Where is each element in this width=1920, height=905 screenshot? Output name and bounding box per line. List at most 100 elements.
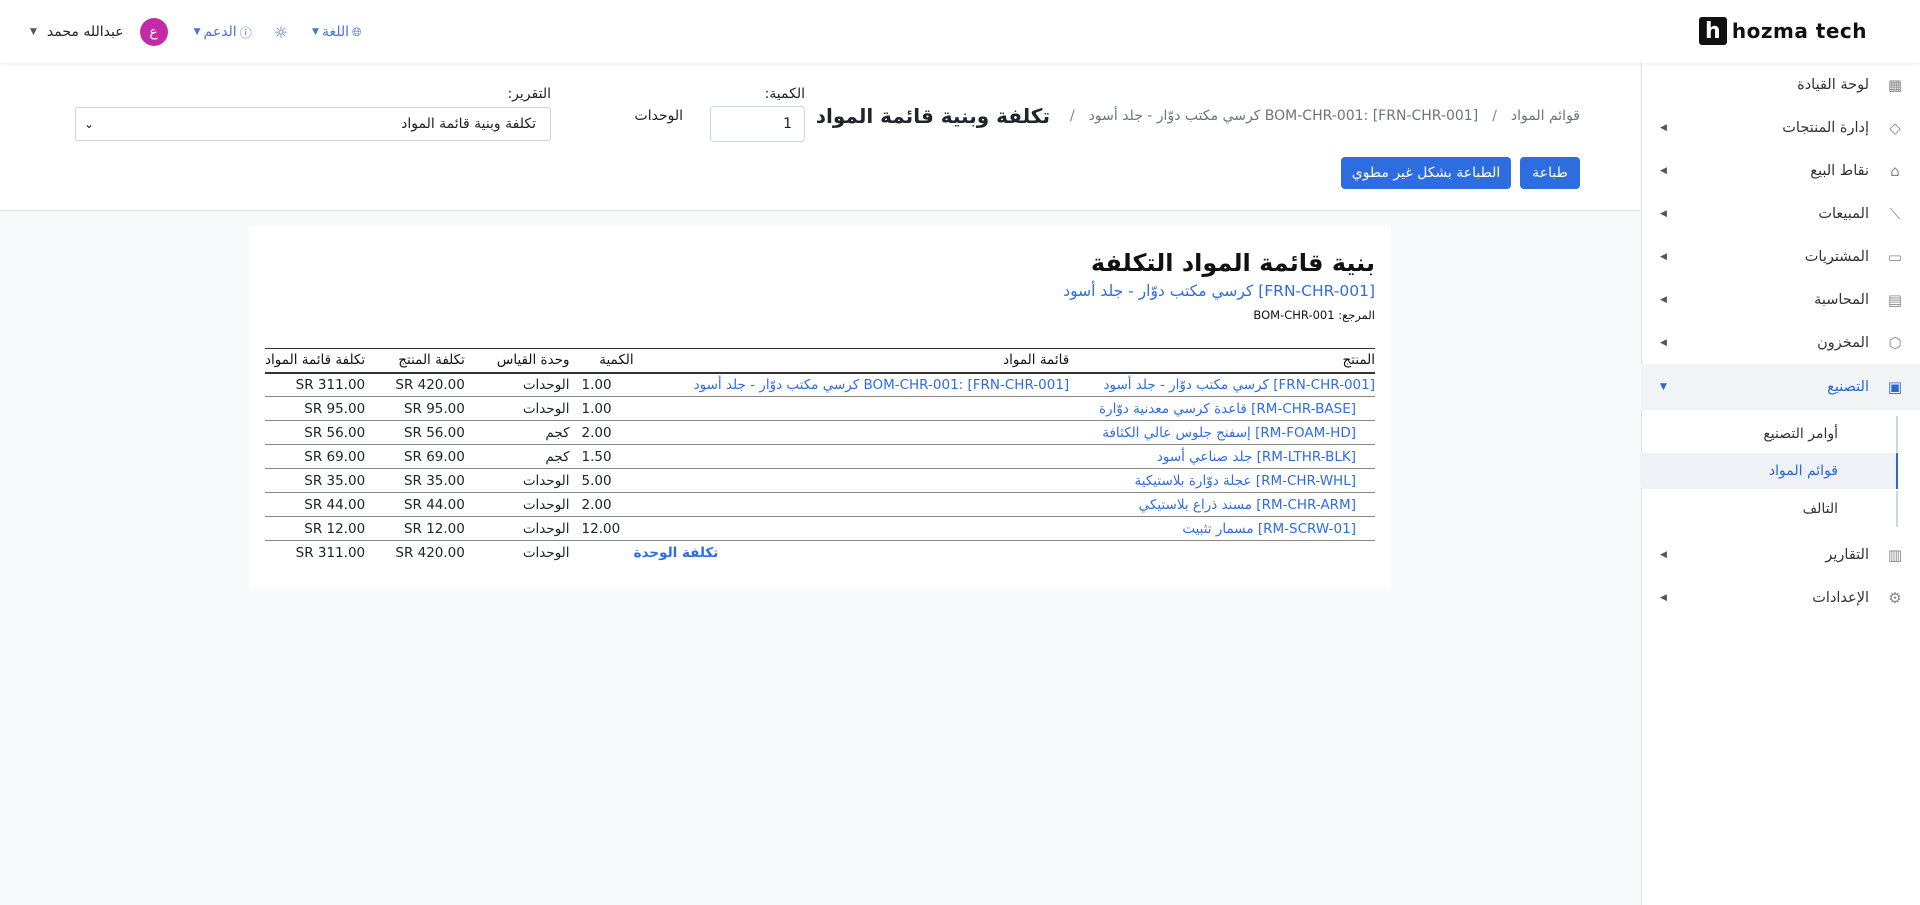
bom-cost-cell: SR 44.00 xyxy=(304,496,366,513)
product-link[interactable]: [RM-CHR-BASE] قاعدة كرسي معدنية دوّارة xyxy=(1099,401,1356,417)
uom-cell: الوحدات xyxy=(496,468,570,493)
qty-cell: 1.00 xyxy=(569,372,634,397)
product-link[interactable]: [RM-CHR-WHL] عجلة دوّارة بلاستيكية xyxy=(1135,473,1356,489)
brand-logo[interactable]: h hozma tech xyxy=(1698,17,1867,45)
product-cost-cell: SR 56.00 xyxy=(403,424,465,441)
bom-structure-table: المنتج قائمة المواد الكمية وحدة القياس ت… xyxy=(265,348,1375,565)
product-link[interactable]: [FRN-CHR-001] كرسي مكتب دوّار - جلد أسود xyxy=(1103,377,1375,393)
sidebar-item-label: إدارة المنتجات xyxy=(1782,119,1869,136)
report-product-link[interactable]: [FRN-CHR-001] كرسي مكتب دوّار - جلد أسود xyxy=(1063,282,1375,300)
product-cost-cell: SR 35.00 xyxy=(403,472,465,489)
bom-cell xyxy=(633,396,1070,421)
bom-report: بنية قائمة المواد التكلفة [FRN-CHR-001] … xyxy=(249,226,1391,589)
sidebar-item-label: المبيعات xyxy=(1818,205,1869,222)
help-circle-icon: ⓘ xyxy=(239,25,252,40)
sidebar-item-accounting[interactable]: ▤ المحاسبة ◀ xyxy=(1641,278,1920,321)
submenu-item-scrap[interactable]: التالف xyxy=(1640,491,1898,527)
wallet-icon: ▭ xyxy=(1887,247,1903,266)
product-cost-cell: SR 420.00 xyxy=(395,376,465,393)
breadcrumb-separator: / xyxy=(1492,108,1497,124)
product-link[interactable]: [RM-CHR-ARM] مسند ذراع بلاستيكي xyxy=(1139,497,1356,513)
bom-cost-cell: SR 35.00 xyxy=(304,472,366,489)
collapse-arrow-icon: ▼ xyxy=(1660,382,1667,392)
navbar-actions: ▼ عبدالله محمد ع ▼ الدعم ⓘ ☼ ▼ اللغة 🌐︎ xyxy=(30,18,362,46)
quantity-label: الكمية: xyxy=(764,86,805,102)
table-row: [FRN-CHR-001] كرسي مكتب دوّار - جلد أسود… xyxy=(265,372,1375,397)
user-name[interactable]: عبدالله محمد xyxy=(47,24,124,40)
print-button[interactable]: طباعة xyxy=(1520,157,1580,189)
factory-icon: ▣ xyxy=(1887,378,1903,396)
total-row: تكلفة الوحدة الوحدات SR 420.00 SR 311.00 xyxy=(265,541,1375,565)
sidebar-item-pos[interactable]: ⌂ نقاط البيع ◀ xyxy=(1641,149,1920,192)
submenu-item-label: أوامر التصنيع xyxy=(1763,426,1838,442)
table-row: [RM-CHR-ARM] مسند ذراع بلاستيكي 2.00 الو… xyxy=(265,492,1375,517)
breadcrumb: قوائم المواد / BOM-CHR-001: [FRN-CHR-001… xyxy=(816,104,1580,128)
bom-link[interactable]: BOM-CHR-001: [FRN-CHR-001] كرسي مكتب دوّ… xyxy=(694,377,1070,393)
column-header-qty: الكمية xyxy=(569,348,634,374)
quantity-input[interactable]: 1 xyxy=(710,106,805,142)
sidebar-item-reports[interactable]: ▥ التقارير ◀ xyxy=(1641,533,1920,576)
submenu-item-bill-of-materials[interactable]: قوائم المواد xyxy=(1640,453,1898,489)
uom-cell: الوحدات xyxy=(496,396,570,421)
product-link[interactable]: [RM-FOAM-HD] إسفنج جلوس عالي الكثافة xyxy=(1102,425,1356,441)
sidebar-item-purchases[interactable]: ▭ المشتريات ◀ xyxy=(1641,235,1920,278)
qty-cell: 1.00 xyxy=(569,396,634,421)
breadcrumb-separator: / xyxy=(1069,108,1075,124)
product-link[interactable]: [RM-LTHR-BLK] جلد صناعي أسود xyxy=(1157,449,1356,465)
qty-cell: 1.50 xyxy=(569,444,634,469)
qty-cell: 5.00 xyxy=(569,468,634,493)
sidebar-item-products[interactable]: ◇ إدارة المنتجات ◀ xyxy=(1641,106,1920,149)
report-icon: ▥ xyxy=(1887,545,1903,564)
expand-arrow-icon: ◀ xyxy=(1660,592,1667,603)
report-select-value: تكلفة وبنية قائمة المواد xyxy=(401,116,536,132)
sidebar-item-inventory[interactable]: ⬡ المخزون ◀ xyxy=(1641,321,1920,364)
sidebar-item-settings[interactable]: ⚙ الإعدادات ◀ xyxy=(1641,576,1920,619)
calculator-icon: ▤ xyxy=(1887,290,1903,309)
table-row: [RM-FOAM-HD] إسفنج جلوس عالي الكثافة 2.0… xyxy=(265,420,1375,445)
breadcrumb-root-link[interactable]: قوائم المواد xyxy=(1511,108,1580,124)
sidebar-item-manufacturing[interactable]: ▣ التصنيع ▼ xyxy=(1641,364,1920,410)
column-header-uom: وحدة القياس xyxy=(496,348,570,374)
bom-cell xyxy=(633,516,1070,541)
chart-line-icon: ⟋ xyxy=(1889,204,1901,223)
breadcrumb-bom-link[interactable]: BOM-CHR-001: [FRN-CHR-001] كرسي مكتب دوّ… xyxy=(1089,108,1479,124)
expand-arrow-icon: ◀ xyxy=(1660,337,1667,348)
dashboard-icon: ▦ xyxy=(1887,75,1903,94)
support-menu[interactable]: ▼ الدعم ⓘ xyxy=(194,24,252,41)
total-product-cost: SR 420.00 xyxy=(395,544,465,561)
expand-arrow-icon: ◀ xyxy=(1660,208,1667,219)
sidebar-item-dashboard[interactable]: ▦ لوحة القيادة xyxy=(1641,63,1920,106)
sidebar-item-label: المخزون xyxy=(1817,334,1869,351)
report-label: التقرير: xyxy=(507,86,551,102)
chevron-down-icon: ▼ xyxy=(193,27,201,37)
bom-cell xyxy=(633,444,1070,469)
uom-cell: الوحدات xyxy=(496,372,570,397)
report-select[interactable]: تكلفة وبنية قائمة المواد ⌄ xyxy=(75,107,551,141)
page-title: تكلفة وبنية قائمة المواد xyxy=(815,104,1050,128)
sidebar-item-sales[interactable]: ⟋ المبيعات ◀ xyxy=(1641,192,1920,235)
store-icon: ⌂ xyxy=(1890,161,1900,180)
expand-arrow-icon: ◀ xyxy=(1660,549,1667,560)
column-header-product-cost: تكلفة المنتج xyxy=(379,348,497,374)
units-label: الوحدات xyxy=(634,108,683,124)
chevron-down-icon: ▼ xyxy=(312,27,319,37)
submenu-item-manufacturing-orders[interactable]: أوامر التصنيع xyxy=(1640,416,1898,452)
unit-cost-label: تكلفة الوحدة xyxy=(633,544,719,561)
language-menu[interactable]: ▼ اللغة 🌐︎ xyxy=(312,24,362,40)
theme-toggle-sun-icon[interactable]: ☼ xyxy=(274,23,288,42)
total-uom-cell: الوحدات xyxy=(522,544,570,561)
submenu-item-label: التالف xyxy=(1802,501,1838,517)
product-cost-cell: SR 95.00 xyxy=(403,400,465,417)
print-unfolded-button[interactable]: الطباعة بشكل غير مطوي xyxy=(1341,157,1511,189)
bom-cost-cell: SR 311.00 xyxy=(295,376,366,393)
page-header: قوائم المواد / BOM-CHR-001: [FRN-CHR-001… xyxy=(0,63,1640,211)
table-row: [RM-SCRW-01] مسمار تثبيت 12.00 الوحدات S… xyxy=(265,516,1375,541)
column-header-bom: قائمة المواد xyxy=(633,348,1070,374)
product-cost-cell: SR 12.00 xyxy=(403,520,465,537)
avatar[interactable]: ع xyxy=(139,18,168,46)
tag-icon: ◇ xyxy=(1889,118,1901,137)
bom-cost-cell: SR 69.00 xyxy=(304,448,366,465)
user-menu-caret-icon[interactable]: ▼ xyxy=(30,27,37,37)
bom-cost-cell: SR 56.00 xyxy=(304,424,366,441)
product-link[interactable]: [RM-SCRW-01] مسمار تثبيت xyxy=(1182,521,1356,537)
